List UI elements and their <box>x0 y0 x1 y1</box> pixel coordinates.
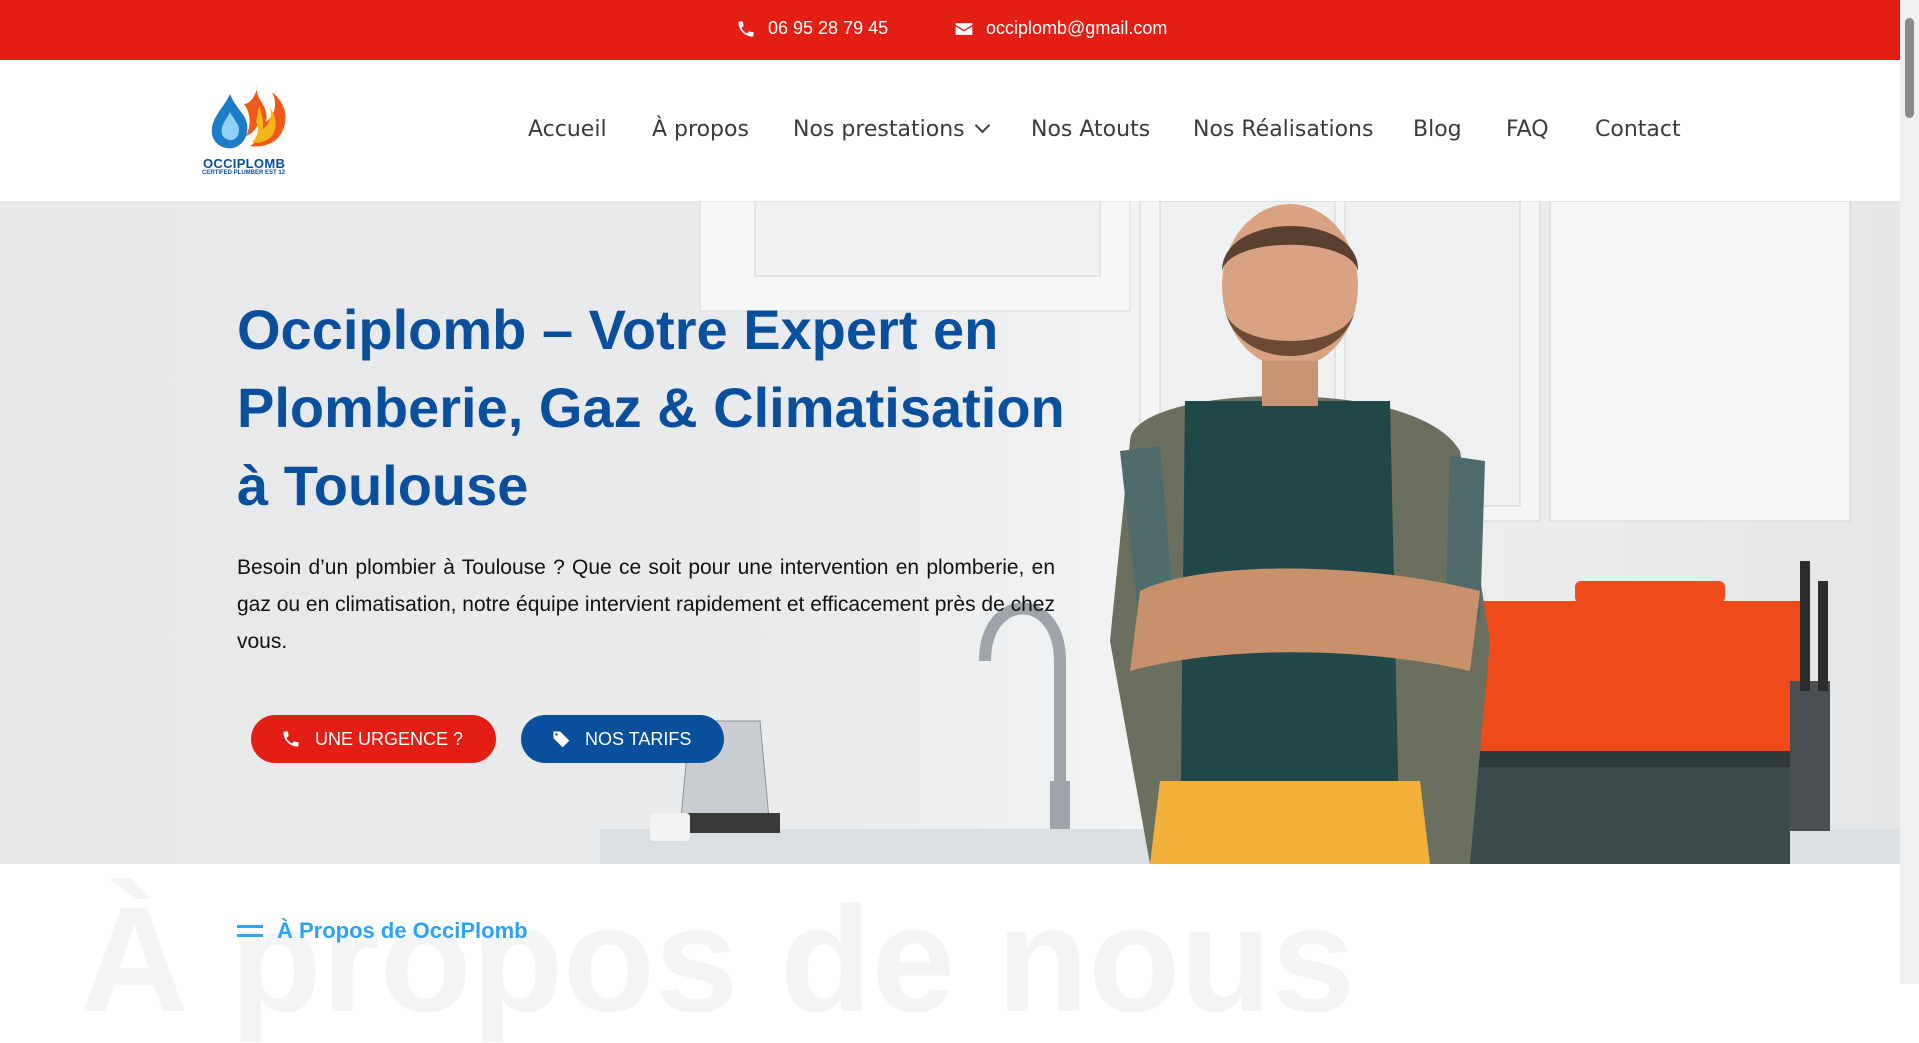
logo-flame-drop-icon <box>211 84 286 149</box>
nav-item-contact[interactable]: Contact <box>1595 117 1681 142</box>
heading-bars-icon <box>237 925 263 937</box>
nav-item-a-propos[interactable]: À propos <box>652 117 749 142</box>
chevron-down-icon <box>974 117 990 134</box>
urgent-call-button-label: UNE URGENCE ? <box>315 728 464 749</box>
urgent-call-button[interactable]: UNE URGENCE ? <box>251 715 496 763</box>
top-contact-bar: 06 95 28 79 45 occiplomb@gmail.com <box>0 0 1900 60</box>
envelope-icon <box>955 22 973 35</box>
tarifs-button-label: NOS TARIFS <box>585 728 692 749</box>
logo-tagline: CERTIFED PLUMBER EST 12 <box>202 170 286 176</box>
tarifs-button[interactable]: NOS TARIFS <box>521 715 724 763</box>
nav-item-blog[interactable]: Blog <box>1413 117 1462 142</box>
phone-icon <box>283 731 299 747</box>
about-section-heading: À Propos de OcciPlomb <box>237 918 528 944</box>
hero-description: Besoin d’un plombier à Toulouse ? Que ce… <box>237 556 1055 653</box>
scrollbar-thumb[interactable] <box>1905 18 1914 118</box>
about-background-text: À propos de nous <box>80 875 1355 1043</box>
topbar-email-link[interactable]: occiplomb@gmail.com <box>954 18 1167 39</box>
nav-item-nos-prestations-label: Nos prestations <box>793 117 965 142</box>
logo-brand-text: OCCIPLOMB <box>203 156 286 171</box>
nav-item-accueil[interactable]: Accueil <box>528 117 607 142</box>
topbar-email-text: occiplomb@gmail.com <box>986 18 1168 38</box>
topbar-phone-link[interactable]: 06 95 28 79 45 <box>736 18 888 39</box>
phone-icon <box>738 21 754 36</box>
tag-icon <box>552 731 570 748</box>
hero-title: Occiplomb – Votre Expert en Plomberie, G… <box>237 298 1065 517</box>
nav-item-nos-atouts[interactable]: Nos Atouts <box>1031 117 1150 142</box>
about-heading-text: À Propos de OcciPlomb <box>277 918 528 943</box>
site-logo[interactable]: OCCIPLOMB CERTIFED PLUMBER EST 12 <box>200 82 292 180</box>
topbar-phone-text: 06 95 28 79 45 <box>768 18 889 38</box>
hero-section: Occiplomb – Votre Expert en Plomberie, G… <box>0 201 1900 864</box>
site-header: OCCIPLOMB CERTIFED PLUMBER EST 12 Accuei… <box>0 60 1900 201</box>
nav-item-nos-realisations[interactable]: Nos Réalisations <box>1193 117 1373 142</box>
page-scrollbar[interactable] <box>1900 0 1919 984</box>
nav-item-faq[interactable]: FAQ <box>1506 117 1549 142</box>
nav-item-nos-prestations[interactable]: Nos prestations <box>793 117 990 142</box>
